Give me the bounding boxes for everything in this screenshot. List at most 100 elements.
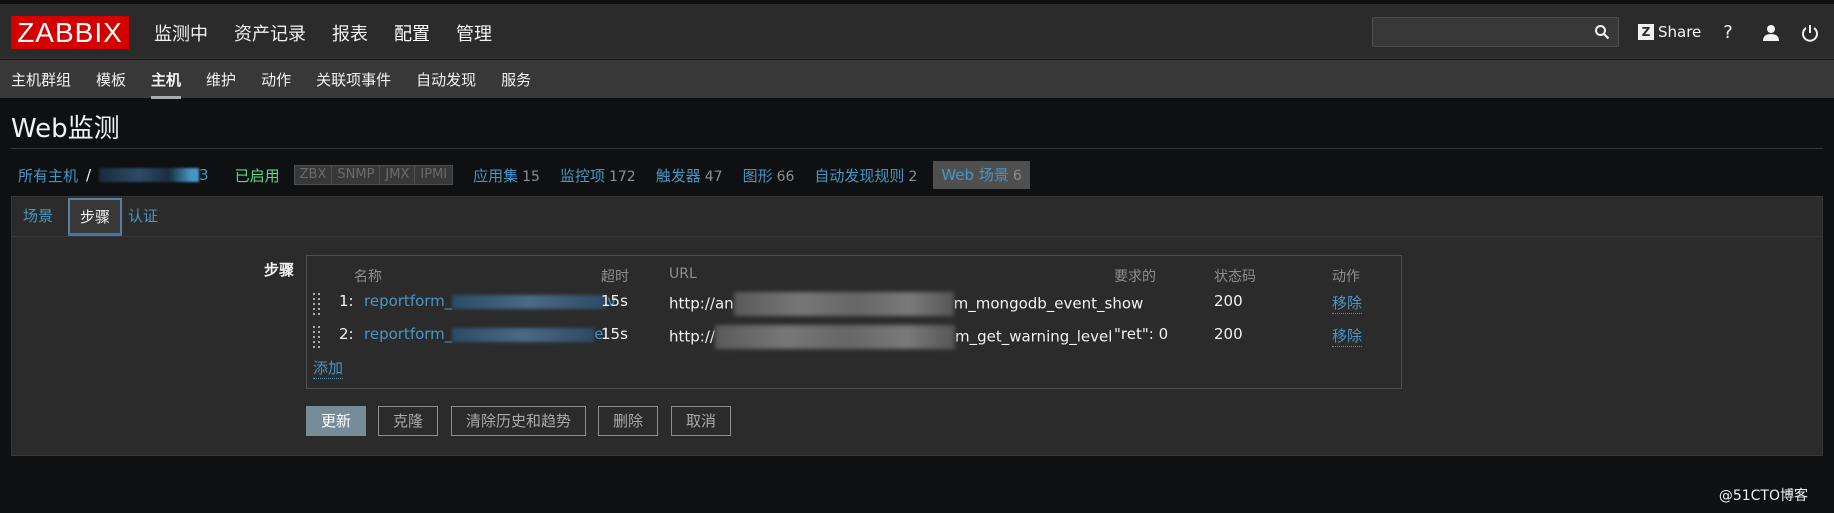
delete-button[interactable]: 删除 [598,406,659,436]
form-tabs: 场景 步骤 认证 [12,197,1822,237]
step-url-redacted [733,292,954,316]
tab-steps[interactable]: 步骤 [68,198,123,236]
web-scenarios-count: 6 [1012,168,1022,184]
step-url-suffix: m_mongodb_event_show [953,294,1144,313]
top-bar: ZABBIX 监测中 资产记录 报表 配置 管理 Z Share ? [0,4,1834,59]
web-scenario-form: 场景 步骤 认证 步骤 名称 超时 URL 要求的 状态码 动作 1: repo… [11,196,1823,456]
applications-count: 15 [522,168,540,185]
step-timeout: 15s [601,325,628,343]
host-status-badge[interactable]: 已启用 [235,165,280,186]
step-index: 1: [339,292,354,310]
items-count: 172 [608,168,636,185]
menu-monitoring[interactable]: 监测中 [154,20,208,46]
availability-ipmi: IPMI [420,167,448,182]
column-url: URL [669,266,697,282]
step-url: http:// m_get_warning_level [669,325,1112,349]
submenu-event-correlation[interactable]: 关联项事件 [316,69,391,96]
page-title: Web监测 [11,114,120,144]
title-divider [11,148,1823,149]
submenu-host-groups[interactable]: 主机群组 [11,69,71,96]
submenu-discovery[interactable]: 自动发现 [416,69,476,96]
step-name-link[interactable]: reportform_ v [364,292,616,310]
step-url: http://an m_mongodb_event_show [669,292,1143,316]
graphs-link[interactable]: 图形 66 [743,165,795,186]
discovery-rules-link[interactable]: 自动发现规则 2 [814,165,917,186]
items-label: 监控项 [559,166,605,185]
step-status-code: 200 [1214,325,1243,343]
column-required: 要求的 [1114,269,1156,285]
share-button[interactable]: Z Share [1638,22,1701,42]
step-name-prefix: reportform_ [364,292,453,310]
availability-zbx: ZBX [295,166,333,184]
availability-jmx: JMX [380,166,416,184]
remove-step-button[interactable]: 移除 [1332,292,1363,314]
step-name-redacted [452,327,595,342]
availability-snmp: SNMP [332,166,381,184]
step-status-code: 200 [1214,292,1243,310]
applications-link[interactable]: 应用集 15 [473,165,540,186]
column-timeout: 超时 [601,269,629,285]
add-step-button[interactable]: 添加 [313,357,344,379]
menu-inventory[interactable]: 资产记录 [234,20,306,46]
all-hosts-link[interactable]: 所有主机 [18,165,78,186]
items-link[interactable]: 监控项 172 [560,165,636,186]
step-url-suffix: m_get_warning_level [954,327,1113,346]
user-profile-icon[interactable] [1761,23,1781,43]
column-action: 动作 [1332,269,1360,285]
tab-authentication[interactable]: 认证 [128,205,158,226]
triggers-label: 触发器 [655,166,701,185]
update-button[interactable]: 更新 [306,406,367,436]
menu-configuration[interactable]: 配置 [394,20,430,46]
cancel-button[interactable]: 取消 [671,406,732,436]
step-url-redacted [714,325,955,349]
zabbix-logo[interactable]: ZABBIX [11,16,129,49]
column-status-code: 状态码 [1214,269,1256,285]
zabbix-share-icon: Z [1638,24,1654,40]
step-name-link[interactable]: reportform_ el [364,325,608,343]
help-icon[interactable]: ? [1718,23,1738,43]
clone-button[interactable]: 克隆 [378,406,439,436]
sub-menu: 主机群组 模板 主机 维护 动作 关联项事件 自动发现 服务 [0,60,1834,99]
discovery-rules-count: 2 [908,168,918,185]
search-input[interactable] [1372,17,1619,47]
submenu-actions[interactable]: 动作 [261,69,291,96]
steps-label: 步骤 [264,261,295,279]
tab-scenario[interactable]: 场景 [23,205,53,226]
applications-label: 应用集 [473,166,519,185]
watermark: @51CTO博客 [1718,488,1808,504]
host-name-redacted[interactable] [99,168,200,182]
step-name-redacted [452,294,608,309]
step-url-prefix: http:// [669,327,715,346]
submenu-services[interactable]: 服务 [501,69,531,96]
triggers-link[interactable]: 触发器 47 [656,165,723,186]
remove-step-button[interactable]: 移除 [1332,325,1363,347]
drag-handle-icon[interactable] [313,293,321,315]
graphs-label: 图形 [742,166,773,185]
submenu-templates[interactable]: 模板 [96,69,126,96]
clear-history-button[interactable]: 清除历史和趋势 [451,406,587,436]
menu-administration[interactable]: 管理 [456,20,492,46]
sign-out-icon[interactable] [1800,23,1820,43]
step-url-prefix: http://an [669,294,734,313]
triggers-count: 47 [704,168,723,185]
graphs-count: 66 [776,168,795,185]
breadcrumb: 所有主机 / 3 已启用 ZBX SNMP JMX IPMI 应用集 15 监控项… [18,161,1030,189]
drag-handle-icon[interactable] [313,326,321,348]
web-scenarios-label: Web 场景 [941,166,1009,184]
main-menu: 监测中 资产记录 报表 配置 管理 [154,20,492,46]
menu-reports[interactable]: 报表 [332,20,368,46]
column-name: 名称 [354,269,382,285]
steps-table: 名称 超时 URL 要求的 状态码 动作 1: reportform_ v 15s… [306,255,1402,389]
step-timeout: 15s [601,292,628,310]
step-name-prefix: reportform_ [364,325,453,343]
submenu-maintenance[interactable]: 维护 [206,69,236,96]
web-scenarios-link[interactable]: Web 场景 6 [933,161,1030,189]
host-name-suffix[interactable]: 3 [199,166,209,184]
step-required: "ret": 0 [1114,325,1169,343]
discovery-rules-label: 自动发现规则 [814,166,905,185]
breadcrumb-separator: / [86,166,92,184]
step-index: 2: [339,325,354,343]
availability-indicators: ZBX SNMP JMX IPMI [293,165,454,185]
submenu-hosts[interactable]: 主机 [151,69,182,99]
search-icon[interactable] [1594,24,1610,40]
